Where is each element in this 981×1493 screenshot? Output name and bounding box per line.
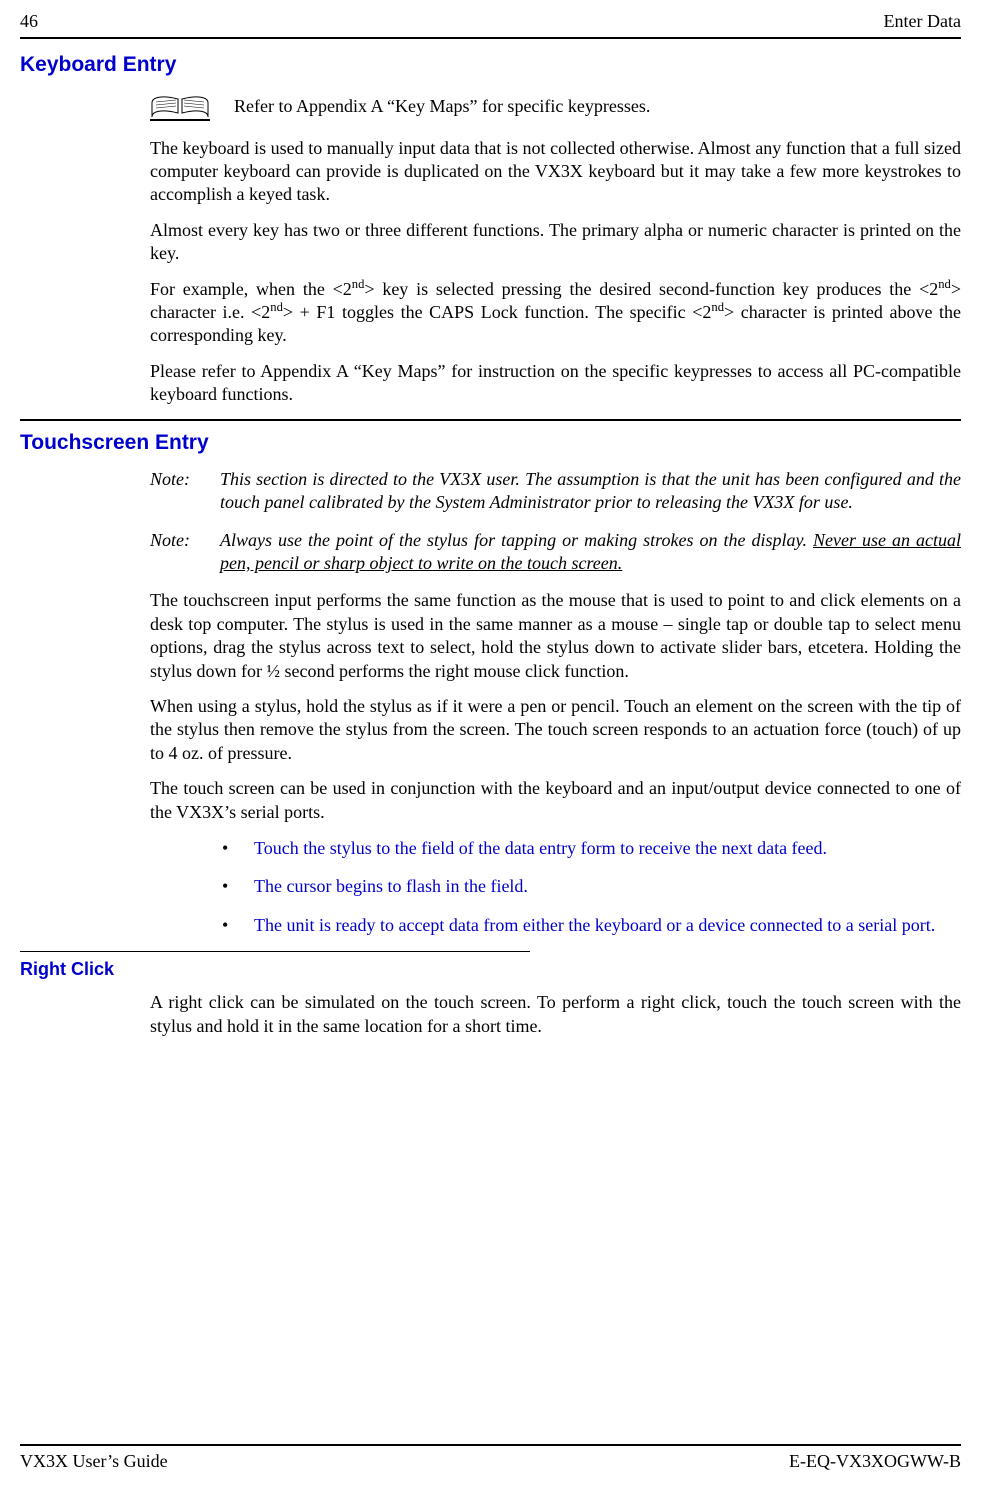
chapter-title: Enter Data — [884, 10, 961, 33]
header-rule — [20, 37, 961, 39]
page-header: 46 Enter Data — [20, 10, 961, 33]
note-2: Note: Always use the point of the stylus… — [150, 529, 961, 576]
half-rule — [20, 951, 530, 952]
note-label: Note: — [150, 529, 220, 576]
keyboard-p1: The keyboard is used to manually input d… — [150, 137, 961, 207]
note-1: Note: This section is directed to the VX… — [150, 468, 961, 515]
page-footer: VX3X User’s Guide E-EQ-VX3XOGWW-B — [20, 1444, 961, 1473]
section-touchscreen-entry: Touchscreen Entry Note: This section is … — [20, 429, 961, 937]
keyboard-p4: Please refer to Appendix A “Key Maps” fo… — [150, 360, 961, 407]
heading-keyboard-entry: Keyboard Entry — [20, 51, 961, 78]
bullet-list: Touch the stylus to the field of the dat… — [150, 836, 961, 937]
touch-p2: When using a stylus, hold the stylus as … — [150, 695, 961, 765]
heading-touchscreen-entry: Touchscreen Entry — [20, 429, 961, 456]
rightclick-p1: A right click can be simulated on the to… — [150, 991, 961, 1038]
bullet-item: The cursor begins to flash in the field. — [222, 874, 961, 898]
footer-rule — [20, 1444, 961, 1446]
touch-p1: The touchscreen input performs the same … — [150, 589, 961, 683]
note-1-body: This section is directed to the VX3X use… — [220, 468, 961, 515]
page-number: 46 — [20, 10, 38, 33]
touch-p3: The touch screen can be used in conjunct… — [150, 777, 961, 824]
keyboard-p2: Almost every key has two or three differ… — [150, 219, 961, 266]
bullet-item: The unit is ready to accept data from ei… — [222, 913, 961, 937]
bullet-item: Touch the stylus to the field of the dat… — [222, 836, 961, 860]
note-2-body: Always use the point of the stylus for t… — [220, 529, 961, 576]
refer-row: Refer to Appendix A “Key Maps” for speci… — [150, 91, 961, 123]
book-icon — [150, 91, 210, 123]
footer-right: E-EQ-VX3XOGWW-B — [789, 1450, 961, 1473]
footer-left: VX3X User’s Guide — [20, 1450, 168, 1473]
section-rule-1 — [20, 419, 961, 421]
keyboard-p3: For example, when the <2nd> key is selec… — [150, 278, 961, 348]
refer-text: Refer to Appendix A “Key Maps” for speci… — [234, 95, 650, 118]
section-keyboard-entry: Keyboard Entry Refer to Appendix A “Key … — [20, 51, 961, 406]
note-label: Note: — [150, 468, 220, 515]
heading-right-click: Right Click — [20, 958, 961, 981]
section-right-click: Right Click A right click can be simulat… — [20, 958, 961, 1038]
